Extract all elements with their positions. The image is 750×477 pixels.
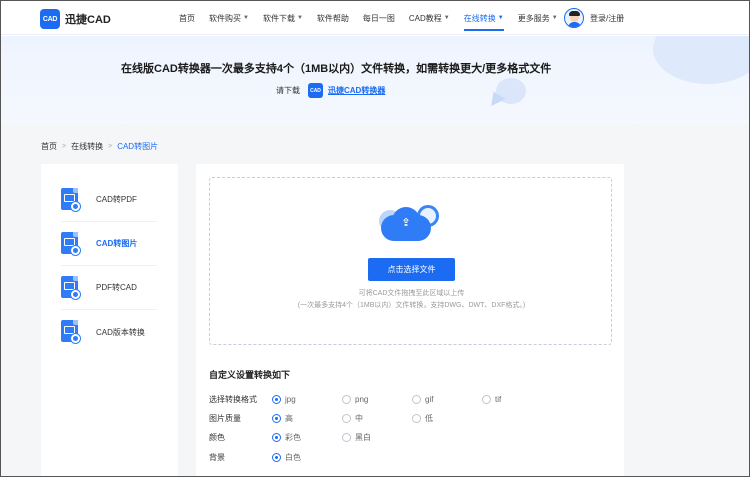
radio-icon: [482, 394, 491, 404]
decor-circle: [653, 36, 749, 84]
login-register-link[interactable]: 登录/注册: [590, 13, 624, 24]
color-label: 颜色: [209, 432, 225, 442]
drag-hint: 可将CAD文件拖拽至此区域以上传: [358, 290, 465, 297]
format-row: 选择转换格式 jpg png gif tif: [209, 393, 609, 405]
sidebar-item-label: PDF转CAD: [96, 283, 137, 292]
quality-label: 图片质量: [209, 413, 241, 423]
cloud-upload-icon: ⇪: [373, 202, 448, 242]
format-tif-radio[interactable]: tif: [482, 394, 501, 404]
sidebar-item-cad-to-image[interactable]: CAD转图片: [61, 222, 157, 266]
sidebar-item-cad-to-pdf[interactable]: CAD转PDF: [61, 178, 157, 222]
site-logo[interactable]: CAD 迅捷CAD: [40, 9, 111, 29]
background-row: 背景 白色: [209, 451, 609, 463]
converter-panel: ⇪ 点击选择文件 可将CAD文件拖拽至此区域以上传 (一次最多支持4个（1MB以…: [196, 164, 624, 476]
radio-selected-icon: [272, 432, 281, 442]
chevron-down-icon: ▼: [296, 15, 303, 21]
radio-icon: [342, 394, 351, 404]
pdf-file-icon: [61, 275, 81, 300]
cad-file-icon: [61, 231, 81, 256]
converter-sidebar: CAD转PDF CAD转图片 PDF转CAD CAD版本转换: [41, 164, 178, 476]
nav-download[interactable]: 软件下载 ▼: [263, 1, 303, 35]
format-hint: (一次最多支持4个（1MB以内）文件转换，支持DWG、DWT、DXF格式。): [297, 302, 526, 309]
radio-icon: [412, 413, 421, 423]
breadcrumb: 首页 > 在线转换 > CAD转图片: [41, 141, 158, 152]
breadcrumb-separator: >: [108, 143, 113, 150]
logo-text: 迅捷CAD: [65, 14, 111, 26]
nav-cad-tutorial[interactable]: CAD教程 ▼: [409, 1, 450, 35]
quality-high-radio[interactable]: 高: [272, 413, 293, 424]
radio-icon: [412, 394, 421, 404]
quality-medium-radio[interactable]: 中: [342, 413, 363, 424]
sidebar-item-pdf-to-cad[interactable]: PDF转CAD: [61, 266, 157, 310]
cad-logo-icon: CAD: [308, 83, 323, 98]
banner-title: 在线版CAD转换器一次最多支持4个（1MB以内）文件转换，如需转换更大/更多格式…: [121, 63, 552, 75]
radio-selected-icon: [272, 413, 281, 423]
user-area: 登录/注册: [564, 8, 624, 28]
nav-daily-drawing[interactable]: 每日一图: [363, 1, 395, 35]
top-header: CAD 迅捷CAD 首页 软件购买 ▼ 软件下载 ▼ 软件帮助 每日一图 CAD教程…: [1, 1, 749, 35]
cad-file-icon: [61, 320, 81, 344]
background-label: 背景: [209, 452, 225, 462]
radio-icon: [342, 432, 351, 442]
sidebar-item-cad-version[interactable]: CAD版本转换: [61, 310, 157, 354]
format-label: 选择转换格式: [209, 394, 257, 404]
banner-subline: 请下载 CAD 迅捷CAD转换器: [276, 83, 385, 98]
user-avatar-icon[interactable]: [564, 8, 584, 28]
sidebar-item-label: CAD转PDF: [96, 195, 137, 204]
format-jpg-radio[interactable]: jpg: [272, 394, 296, 404]
file-dropzone[interactable]: ⇪ 点击选择文件 可将CAD文件拖拽至此区域以上传 (一次最多支持4个（1MB以…: [209, 177, 612, 345]
nav-home[interactable]: 首页: [179, 1, 195, 35]
settings-title: 自定义设置转换如下: [209, 370, 291, 380]
nav-help[interactable]: 软件帮助: [317, 1, 349, 35]
cad-file-icon: [61, 187, 81, 212]
page-body: 首页 > 在线转换 > CAD转图片 CAD转PDF CAD转图片 PDF转CA…: [1, 124, 749, 476]
cad-logo-icon: CAD: [40, 9, 60, 29]
chevron-down-icon: ▼: [443, 15, 450, 21]
background-white-radio[interactable]: 白色: [272, 452, 301, 463]
radio-selected-icon: [272, 394, 281, 404]
breadcrumb-separator: >: [62, 143, 67, 150]
nav-online-convert[interactable]: 在线转换 ▼: [463, 1, 504, 35]
format-png-radio[interactable]: png: [342, 394, 368, 404]
chevron-down-icon: ▼: [243, 15, 249, 21]
download-converter-link[interactable]: 迅捷CAD转换器: [328, 85, 385, 96]
sidebar-item-label: CAD转图片: [96, 239, 138, 248]
chevron-down-icon: ▼: [497, 15, 504, 21]
quality-low-radio[interactable]: 低: [412, 413, 433, 424]
main-nav: 首页 软件购买 ▼ 软件下载 ▼ 软件帮助 每日一图 CAD教程 ▼ 在线转换 ▼ 更多…: [179, 1, 572, 35]
promo-banner: 在线版CAD转换器一次最多支持4个（1MB以内）文件转换，如需转换更大/更多格式…: [1, 36, 749, 124]
sidebar-item-label: CAD版本转换: [96, 327, 145, 337]
nav-more-services[interactable]: 更多服务 ▼: [518, 1, 558, 35]
color-row: 颜色 彩色 黑白: [209, 431, 609, 443]
breadcrumb-online-convert[interactable]: 在线转换: [71, 141, 103, 152]
radio-selected-icon: [272, 452, 281, 462]
format-gif-radio[interactable]: gif: [412, 394, 433, 404]
breadcrumb-current: CAD转图片: [117, 142, 159, 151]
select-file-button[interactable]: 点击选择文件: [368, 258, 455, 281]
color-mono-radio[interactable]: 黑白: [342, 432, 371, 443]
nav-purchase[interactable]: 软件购买 ▼: [209, 1, 249, 35]
color-full-radio[interactable]: 彩色: [272, 432, 301, 443]
quality-row: 图片质量 高 中 低: [209, 412, 609, 424]
radio-icon: [342, 413, 351, 423]
chevron-down-icon: ▼: [551, 15, 558, 21]
breadcrumb-home[interactable]: 首页: [41, 141, 57, 152]
banner-prefix: 请下载: [276, 86, 300, 95]
